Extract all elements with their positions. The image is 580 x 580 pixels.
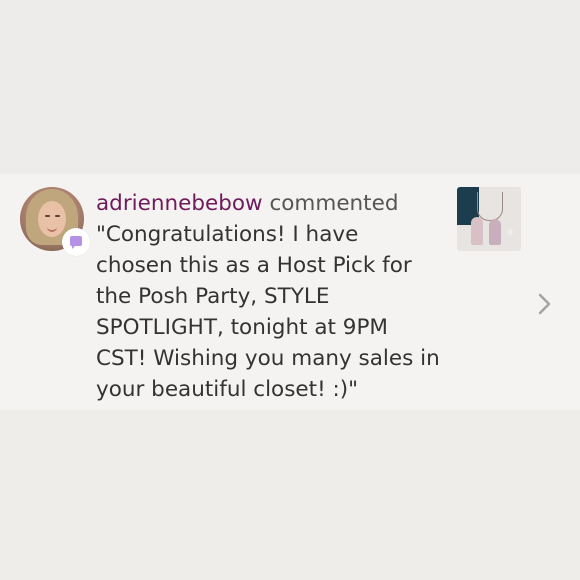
avatar-eye-left <box>45 215 50 217</box>
notification-text: adriennebebow commented "Congratulations… <box>96 188 441 405</box>
action-text: commented <box>269 191 399 216</box>
bubble-tail <box>72 245 76 249</box>
background-bottom <box>0 410 580 580</box>
comment-bubble-icon <box>62 228 90 256</box>
user-avatar-wrapper[interactable] <box>20 187 90 256</box>
thumbnail-pendant-right <box>489 219 501 245</box>
background-top <box>0 0 580 174</box>
comment-text: "Congratulations! I have chosen this as … <box>96 222 440 402</box>
chevron-right-icon[interactable] <box>534 292 554 316</box>
username-link[interactable]: adriennebebow <box>96 191 263 216</box>
comment-notification[interactable]: adriennebebow commented "Congratulations… <box>0 174 580 410</box>
listing-thumbnail[interactable] <box>457 187 521 251</box>
avatar-eye-right <box>55 215 60 217</box>
thumbnail-bead <box>507 229 513 235</box>
thumbnail-pendant-left <box>471 217 483 245</box>
thumbnail-chain <box>477 192 503 221</box>
